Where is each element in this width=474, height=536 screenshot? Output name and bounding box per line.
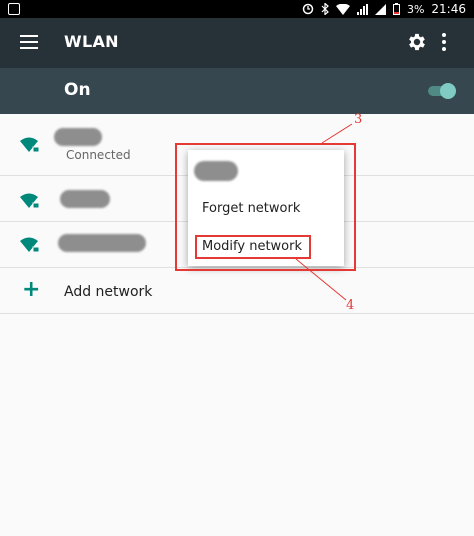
page-title: WLAN: [64, 32, 119, 51]
status-bar: 3% 21:46: [0, 0, 474, 18]
wlan-toggle[interactable]: [428, 83, 456, 99]
network-name-redacted: [60, 190, 110, 208]
add-network-label: Add network: [64, 284, 153, 300]
data-saver-icon: [302, 3, 314, 15]
bluetooth-icon: [321, 3, 329, 15]
sim-icon: [374, 3, 386, 15]
battery-percent: 3%: [406, 2, 425, 16]
menu-icon[interactable]: [20, 35, 38, 49]
add-network-row[interactable]: + Add network: [0, 268, 474, 314]
wifi-status-icon: [335, 3, 350, 15]
wifi-locked-icon: [20, 193, 40, 209]
signal-icon: [356, 3, 368, 15]
wifi-locked-icon: [20, 237, 40, 253]
wlan-switch-bar[interactable]: On: [0, 68, 474, 114]
more-vert-icon[interactable]: [438, 31, 450, 53]
status-icons: 3% 21:46: [302, 1, 466, 17]
notification-icon: [8, 3, 20, 15]
annotation-number-3: 3: [354, 112, 363, 127]
clock: 21:46: [431, 2, 466, 16]
toggle-thumb: [440, 83, 456, 99]
network-name-redacted: [54, 128, 102, 146]
gear-icon[interactable]: [406, 31, 428, 53]
wlan-state-label: On: [64, 80, 91, 100]
add-icon: +: [22, 277, 41, 302]
annotation-box-modify: [195, 235, 311, 259]
network-name-redacted: [58, 234, 146, 252]
toolbar: WLAN: [0, 18, 474, 68]
battery-icon: [392, 3, 400, 15]
annotation-number-4: 4: [346, 298, 355, 313]
wifi-locked-icon: [20, 137, 40, 153]
network-status: Connected: [66, 148, 131, 162]
